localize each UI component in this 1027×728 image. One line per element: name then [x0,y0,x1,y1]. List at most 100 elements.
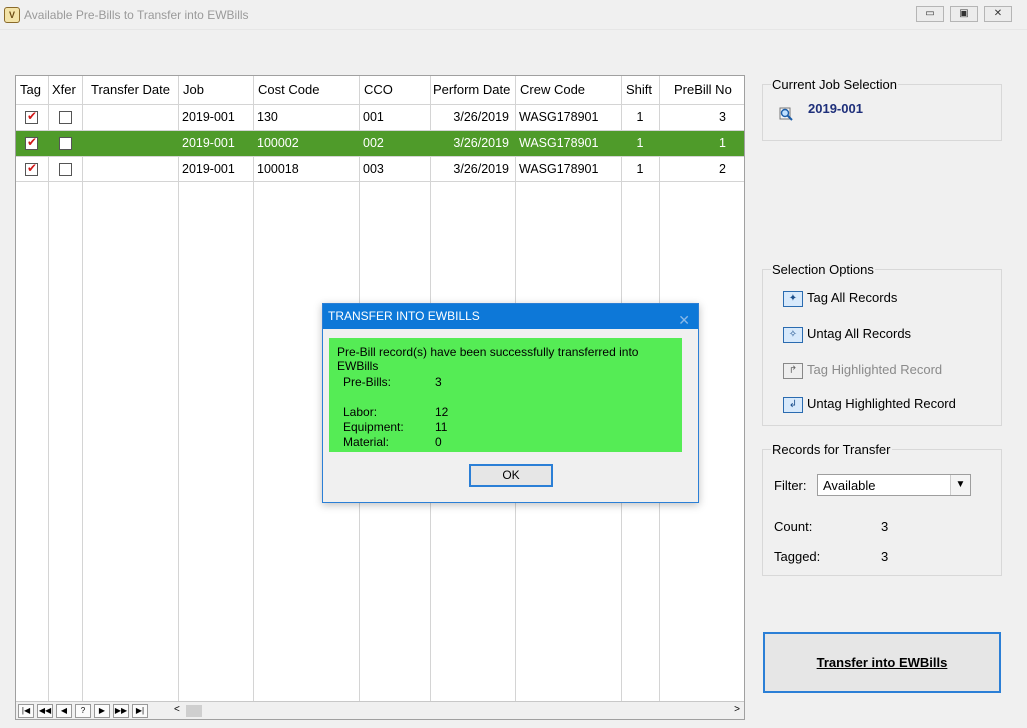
transfer-date-cell[interactable] [82,105,178,130]
untag-all-button[interactable]: ✧ Untag All Records [783,325,911,343]
prebills-value: 3 [435,375,442,389]
selection-options-title: Selection Options [771,262,875,277]
transfer-button-label: Transfer into EWBills [816,655,948,670]
tag-highlighted-button[interactable]: ↱ Tag Highlighted Record [783,361,942,379]
grid-header: Tag Xfer Transfer Date Job Cost Code CCO… [16,76,744,104]
perform-date-cell[interactable]: 3/26/2019 [430,105,515,130]
tag-all-label: Tag All Records [807,290,898,305]
dialog-message: Pre-Bill record(s) have been successfull… [337,345,639,373]
cost-code-cell[interactable]: 130 [253,105,359,130]
labor-value: 12 [435,405,449,419]
title-bar: V Available Pre-Bills to Transfer into E… [0,0,1027,30]
col-header-crew-code[interactable]: Crew Code [516,76,585,104]
col-header-job[interactable]: Job [179,76,204,104]
dialog-title-bar: TRANSFER INTO EWBILLS ✕ [323,304,698,329]
transfer-dialog: TRANSFER INTO EWBILLS ✕ Pre-Bill record(… [322,303,699,503]
untag-highlighted-button[interactable]: ↲ Untag Highlighted Record [783,395,956,413]
perform-date-cell[interactable]: 3/26/2019 [430,157,515,182]
prebills-label: Pre-Bills: [343,375,392,389]
filter-dropdown[interactable]: Available ▼ [817,474,971,496]
selection-options-group: Selection Options ✦ Tag All Records ✧ Unta… [762,262,1002,426]
maximize-button[interactable]: ▣ [950,6,978,22]
transfer-date-cell[interactable] [82,157,178,182]
labor-label: Labor: [343,405,378,419]
col-header-prebill-no[interactable]: PreBill No [670,76,732,104]
job-cell[interactable]: 2019-001 [178,157,253,182]
cco-cell[interactable]: 002 [359,131,430,156]
minimize-button[interactable]: ▭ [916,6,944,22]
col-header-perform-date[interactable]: Perform Date [429,76,510,104]
tag-checkbox[interactable] [25,109,38,124]
cost-code-cell[interactable]: 100018 [253,157,359,182]
shift-cell[interactable]: 1 [621,157,659,182]
tag-highlighted-icon: ↱ [783,362,803,379]
transfer-date-cell[interactable] [82,131,178,156]
table-row[interactable]: 2019-0011000020023/26/2019WASG17890111 [16,130,744,156]
crew-code-cell[interactable]: WASG178901 [515,105,621,130]
records-group: Records for Transfer Filter: Available ▼… [762,442,1002,576]
horizontal-scroll-thumb[interactable] [186,705,202,717]
col-header-xfer[interactable]: Xfer [48,76,76,104]
count-value: 3 [881,519,889,534]
count-label: Count: [774,519,813,534]
tag-highlighted-label: Tag Highlighted Record [807,362,943,377]
tagged-value: 3 [881,549,889,564]
prebill-no-cell[interactable]: 1 [659,131,744,156]
tagged-label: Tagged: [774,549,821,564]
col-header-cco[interactable]: CCO [360,76,393,104]
cco-cell[interactable]: 001 [359,105,430,130]
crew-code-cell[interactable]: WASG178901 [515,157,621,182]
table-row[interactable]: 2019-0011000180033/26/2019WASG17890112 [16,156,744,182]
xfer-checkbox[interactable] [59,163,72,176]
grid-navigator: |◀ ◀◀ ◀? ▶ ▶▶ ▶| < > [16,701,744,719]
transfer-into-ewbills-button[interactable]: Transfer into EWBills [763,632,1001,693]
chevron-down-icon[interactable]: ▼ [950,475,970,495]
shift-cell[interactable]: 1 [621,131,659,156]
nav-last-button[interactable]: ▶| [132,704,148,718]
app-icon: V [4,7,20,23]
untag-all-label: Untag All Records [807,326,912,341]
nav-next-page-button[interactable]: ▶▶ [113,704,129,718]
prebill-no-cell[interactable]: 3 [659,105,744,130]
col-header-cost-code[interactable]: Cost Code [254,76,319,104]
nav-prev-page-button[interactable]: ◀◀ [37,704,53,718]
dialog-close-icon[interactable]: ✕ [678,308,690,333]
untag-all-icon: ✧ [783,326,803,343]
equipment-label: Equipment: [343,420,404,434]
table-row[interactable]: 2019-0011300013/26/2019WASG17890113 [16,104,744,130]
close-button[interactable]: ✕ [984,6,1012,22]
current-job-value: 2019-001 [808,101,863,116]
xfer-checkbox[interactable] [59,111,72,124]
shift-cell[interactable]: 1 [621,105,659,130]
tag-checkbox[interactable] [25,135,38,150]
dialog-title: TRANSFER INTO EWBILLS [328,309,480,323]
crew-code-cell[interactable]: WASG178901 [515,131,621,156]
magnifier-icon[interactable] [779,107,793,121]
cco-cell[interactable]: 003 [359,157,430,182]
tag-all-icon: ✦ [783,290,803,307]
material-label: Material: [343,435,390,449]
window-title: Available Pre-Bills to Transfer into EWB… [24,8,249,22]
xfer-checkbox[interactable] [59,137,72,150]
col-header-shift[interactable]: Shift [622,76,652,104]
perform-date-cell[interactable]: 3/26/2019 [430,131,515,156]
untag-highlighted-icon: ↲ [783,396,803,413]
nav-first-button[interactable]: |◀ [18,704,34,718]
prebill-no-cell[interactable]: 2 [659,157,744,182]
ok-button[interactable]: OK [469,464,553,487]
tag-all-button[interactable]: ✦ Tag All Records [783,289,897,307]
job-selection-title: Current Job Selection [771,77,899,92]
tag-checkbox[interactable] [25,161,38,176]
scroll-right-arrow[interactable]: > [734,704,740,715]
nav-prev-button[interactable]: ◀ [56,704,72,718]
nav-help-button[interactable]: ? [75,704,91,718]
job-cell[interactable]: 2019-001 [178,105,253,130]
col-header-tag[interactable]: Tag [16,76,41,104]
untag-highlighted-label: Untag Highlighted Record [807,396,956,411]
cost-code-cell[interactable]: 100002 [253,131,359,156]
nav-next-button[interactable]: ▶ [94,704,110,718]
filter-value: Available [823,478,876,493]
scroll-left-arrow[interactable]: < [174,704,180,715]
job-cell[interactable]: 2019-001 [178,131,253,156]
col-header-transfer-date[interactable]: Transfer Date [87,76,170,104]
